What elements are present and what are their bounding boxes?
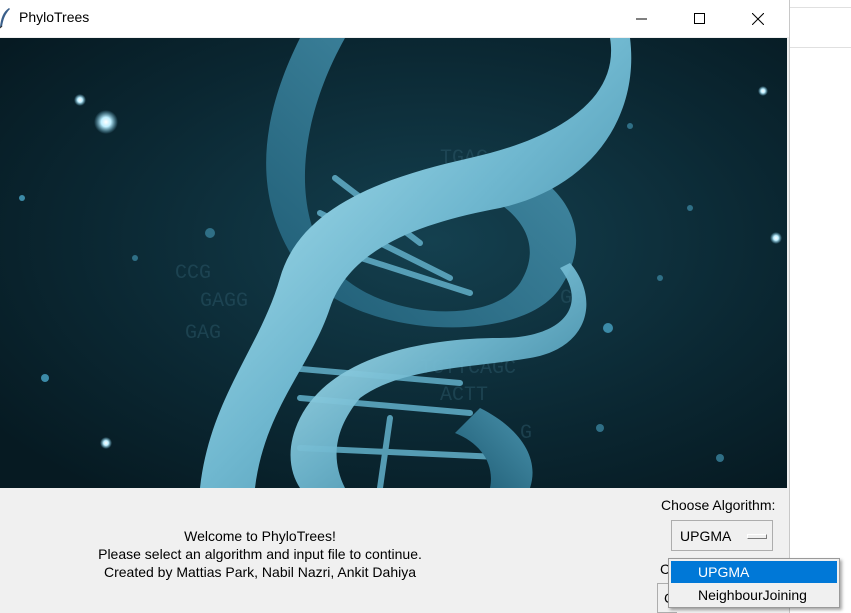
welcome-title: Welcome to PhyloTrees! (184, 528, 336, 544)
svg-text:GAGG: GAGG (200, 290, 248, 313)
maximize-button[interactable] (671, 0, 729, 37)
background-window (790, 0, 851, 613)
title-bar[interactable]: PhyloTrees (0, 0, 789, 37)
algorithm-selected-value: UPGMA (680, 528, 732, 544)
maximize-icon (694, 12, 705, 24)
algorithm-option-menu[interactable]: UPGMA (671, 520, 773, 551)
dna-banner-image: TGAC CCTGG CCG GAGG GAG GG TCTTCAGC ACTT… (0, 38, 787, 488)
divider (790, 47, 851, 48)
close-icon (752, 12, 764, 25)
dna-helix-icon: TGAC CCTGG CCG GAGG GAG GG TCTTCAGC ACTT… (0, 38, 787, 488)
divider (790, 7, 851, 8)
menu-item-neighbourjoining[interactable]: NeighbourJoining (671, 584, 837, 606)
menu-item-upgma[interactable]: UPGMA (671, 561, 837, 583)
svg-text:CCG: CCG (175, 262, 211, 285)
welcome-instructions: Please select an algorithm and input fil… (98, 546, 422, 562)
window-title: PhyloTrees (19, 9, 90, 25)
welcome-message: Welcome to PhyloTrees! Please select an … (40, 527, 480, 581)
algorithm-dropdown-menu: UPGMA NeighbourJoining (668, 558, 840, 608)
svg-text:GAG: GAG (185, 322, 221, 345)
minimize-button[interactable] (613, 0, 671, 37)
welcome-credits: Created by Mattias Park, Nabil Nazri, An… (103, 564, 416, 580)
minimize-icon (636, 18, 647, 19)
close-button[interactable] (729, 0, 787, 37)
app-window: PhyloTrees TGAC CCG GAGG GAG TCTTCAGC AC… (0, 0, 790, 613)
choose-algorithm-label: Choose Algorithm: (661, 497, 776, 513)
feather-icon (0, 8, 10, 29)
svg-text:ACTT: ACTT (440, 384, 488, 407)
option-menu-indicator-icon (747, 534, 767, 539)
